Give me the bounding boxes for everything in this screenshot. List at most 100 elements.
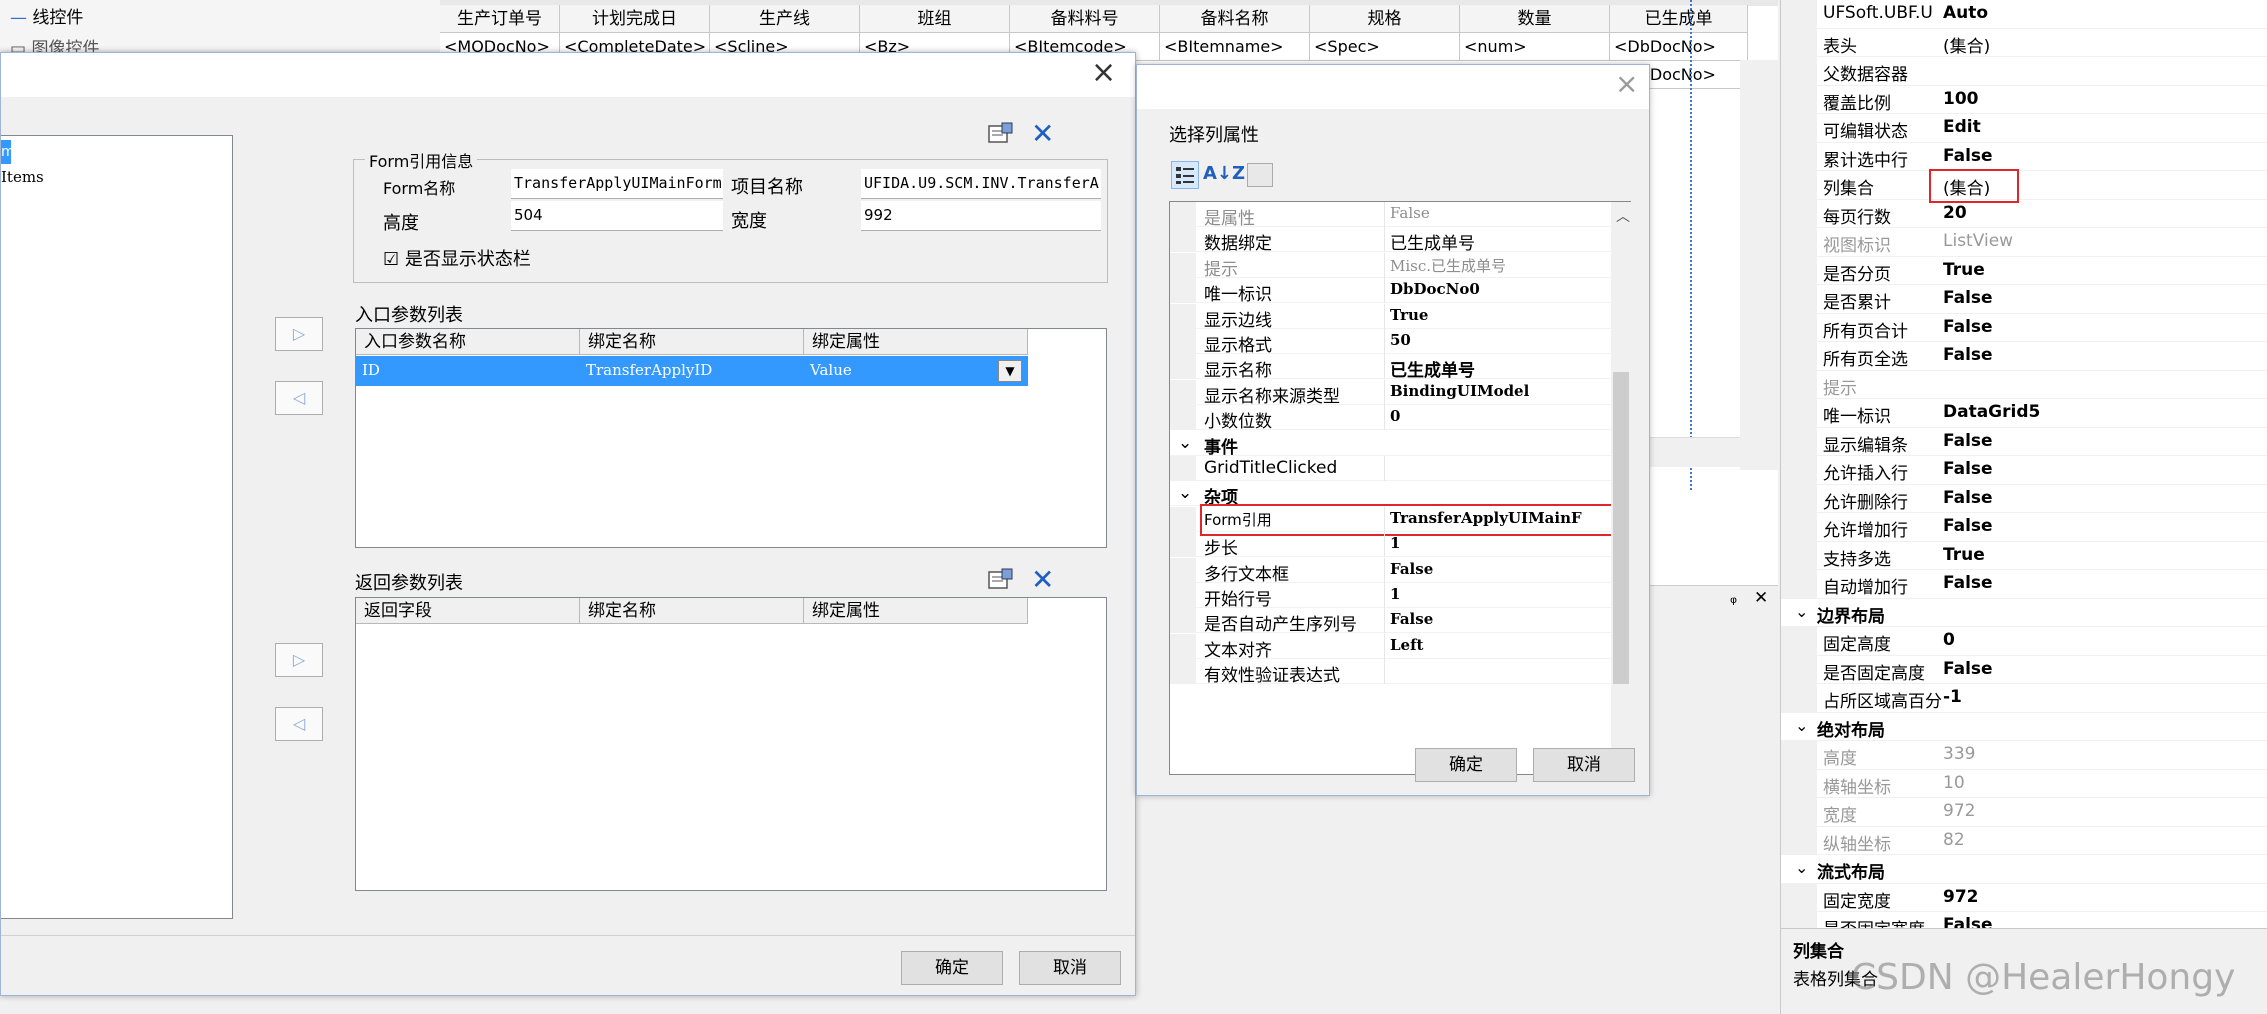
property-row[interactable]: 列集合 (集合): [1781, 169, 2267, 203]
property-row[interactable]: 显示编辑条 False: [1781, 427, 2267, 456]
add-return-button[interactable]: ▷: [275, 643, 323, 677]
property-pages-icon[interactable]: [1247, 163, 1273, 187]
binding-attr-cell[interactable]: Value: [810, 361, 852, 379]
property-value[interactable]: Left: [1390, 636, 1610, 654]
remove-return-button[interactable]: ◁: [275, 707, 323, 741]
property-row[interactable]: GridTitleClicked: [1170, 456, 1612, 481]
property-value[interactable]: 10: [1943, 773, 2263, 793]
dropdown-arrow-icon[interactable]: ▼: [998, 360, 1022, 382]
cancel-button[interactable]: 取消: [1533, 748, 1635, 782]
property-row[interactable]: 占所区域高百分 -1: [1781, 684, 2267, 713]
property-row[interactable]: 视图标识 ListView: [1781, 228, 2267, 257]
property-row[interactable]: 覆盖比例 100: [1781, 85, 2267, 114]
property-category[interactable]: ⌄ 流式布局: [1781, 855, 2267, 884]
property-value[interactable]: False: [1943, 317, 2263, 337]
remove-entry-button[interactable]: ◁: [275, 381, 323, 415]
chevron-down-icon[interactable]: ⌄: [1178, 483, 1192, 503]
property-value[interactable]: 972: [1943, 887, 2263, 907]
grid-column-header[interactable]: 已生成单: [1610, 5, 1748, 33]
property-value[interactable]: False: [1390, 560, 1610, 578]
tree-item-selected[interactable]: m: [1, 140, 15, 164]
param-name-cell[interactable]: ID: [362, 361, 380, 379]
property-row[interactable]: 宽度 972: [1781, 798, 2267, 827]
property-value[interactable]: True: [1943, 545, 2263, 565]
property-row[interactable]: 是否累计 False: [1781, 285, 2267, 314]
property-value[interactable]: ListView: [1943, 231, 2263, 251]
designer-scrollbar[interactable]: [1740, 60, 1778, 470]
property-row[interactable]: 是否自动产生序列号 False: [1170, 608, 1612, 635]
property-value[interactable]: (集合): [1943, 32, 2263, 57]
grid-cell[interactable]: <DbDocNo>: [1610, 33, 1748, 61]
property-row[interactable]: 多行文本框 False: [1170, 557, 1612, 585]
property-row[interactable]: 唯一标识 DataGrid5: [1781, 399, 2267, 428]
property-value[interactable]: Misc.已生成单号: [1390, 255, 1610, 276]
property-value[interactable]: False: [1943, 573, 2263, 593]
property-row[interactable]: 显示格式 50: [1170, 329, 1612, 356]
property-row[interactable]: 提示: [1781, 370, 2267, 399]
scroll-up-icon[interactable]: ︿: [1616, 206, 1630, 226]
width-field[interactable]: 992: [861, 201, 1101, 231]
property-row[interactable]: 开始行号 1: [1170, 583, 1612, 610]
grid-cell[interactable]: <Spec>: [1310, 33, 1460, 61]
scrollbar-thumb[interactable]: [1613, 372, 1629, 684]
property-value[interactable]: True: [1943, 260, 2263, 280]
property-row[interactable]: 父数据容器: [1781, 57, 2267, 86]
property-row[interactable]: 允许插入行 False: [1781, 456, 2267, 485]
property-row[interactable]: 文本对齐 Left: [1170, 633, 1612, 661]
close-icon[interactable]: ×: [1091, 55, 1116, 90]
property-row[interactable]: 是否分页 True: [1781, 256, 2267, 285]
property-value[interactable]: False: [1943, 459, 2263, 479]
form-name-field[interactable]: TransferApplyUIMainForm: [511, 169, 723, 199]
delete-icon[interactable]: ✕: [1031, 117, 1054, 150]
close-icon[interactable]: ✕: [1754, 588, 1768, 608]
property-row[interactable]: 显示边线 True: [1170, 303, 1612, 331]
property-row[interactable]: 有效性验证表达式: [1170, 659, 1612, 686]
statusbar-checkbox[interactable]: ☑ 是否显示状态栏: [383, 245, 531, 271]
chevron-down-icon[interactable]: ⌄: [1795, 716, 1808, 735]
property-row[interactable]: 显示名称 已生成单号: [1170, 354, 1612, 381]
property-value[interactable]: False: [1943, 516, 2263, 536]
property-value[interactable]: 0: [1943, 630, 2263, 650]
property-value[interactable]: 已生成单号: [1390, 229, 1610, 254]
toolbox-item-line[interactable]: — 线控件: [10, 3, 83, 28]
property-value[interactable]: 100: [1943, 89, 2263, 109]
property-row[interactable]: 显示名称来源类型 BindingUIModel: [1170, 379, 1612, 407]
property-row[interactable]: 是属性 False: [1170, 202, 1612, 229]
grid-column-header[interactable]: 备料名称: [1160, 5, 1310, 33]
grid-column-header[interactable]: 生产订单号: [440, 5, 560, 33]
property-value[interactable]: 972: [1943, 801, 2263, 821]
property-row[interactable]: 允许增加行 False: [1781, 513, 2267, 542]
property-row[interactable]: 提示 Misc.已生成单号: [1170, 252, 1612, 280]
property-row[interactable]: 固定高度 0: [1781, 627, 2267, 656]
property-value[interactable]: False: [1943, 659, 2263, 679]
grid-cell[interactable]: <num>: [1460, 33, 1610, 61]
property-row[interactable]: 每页行数 20: [1781, 199, 2267, 228]
property-value[interactable]: False: [1943, 431, 2263, 451]
grid-column-header[interactable]: 数量: [1460, 5, 1610, 33]
grid-column-header[interactable]: 计划完成日: [560, 5, 710, 33]
property-value[interactable]: False: [1390, 610, 1610, 628]
chevron-down-icon[interactable]: ⌄: [1795, 858, 1808, 877]
tree-item-items[interactable]: Items: [1, 168, 44, 186]
ok-button[interactable]: 确定: [1415, 748, 1517, 782]
property-category[interactable]: ⌄ 事件: [1170, 430, 1612, 458]
chevron-down-icon[interactable]: ⌄: [1795, 602, 1808, 621]
height-field[interactable]: 504: [511, 201, 723, 231]
properties-icon[interactable]: [987, 567, 1015, 593]
grid-column-header[interactable]: 生产线: [710, 5, 860, 33]
property-row[interactable]: 表头 (集合): [1781, 28, 2267, 57]
column-header[interactable]: 入口参数名称: [356, 329, 580, 355]
column-header[interactable]: 绑定属性: [804, 329, 1028, 355]
property-row[interactable]: 可编辑状态 Edit: [1781, 114, 2267, 143]
delete-icon[interactable]: ✕: [1031, 563, 1054, 596]
property-row[interactable]: 支持多选 True: [1781, 541, 2267, 570]
project-tree[interactable]: m Items: [1, 135, 233, 919]
property-row[interactable]: 步长 1: [1170, 532, 1612, 559]
grid-cell[interactable]: <BItemname>: [1160, 33, 1310, 61]
property-row[interactable]: 纵轴坐标 82: [1781, 826, 2267, 855]
property-value[interactable]: -1: [1943, 687, 2263, 707]
property-row[interactable]: 横轴坐标 10: [1781, 769, 2267, 798]
property-category[interactable]: ⌄ 边界布局: [1781, 598, 2267, 627]
cancel-button[interactable]: 取消: [1019, 951, 1121, 985]
property-row[interactable]: 所有页全选 False: [1781, 342, 2267, 371]
